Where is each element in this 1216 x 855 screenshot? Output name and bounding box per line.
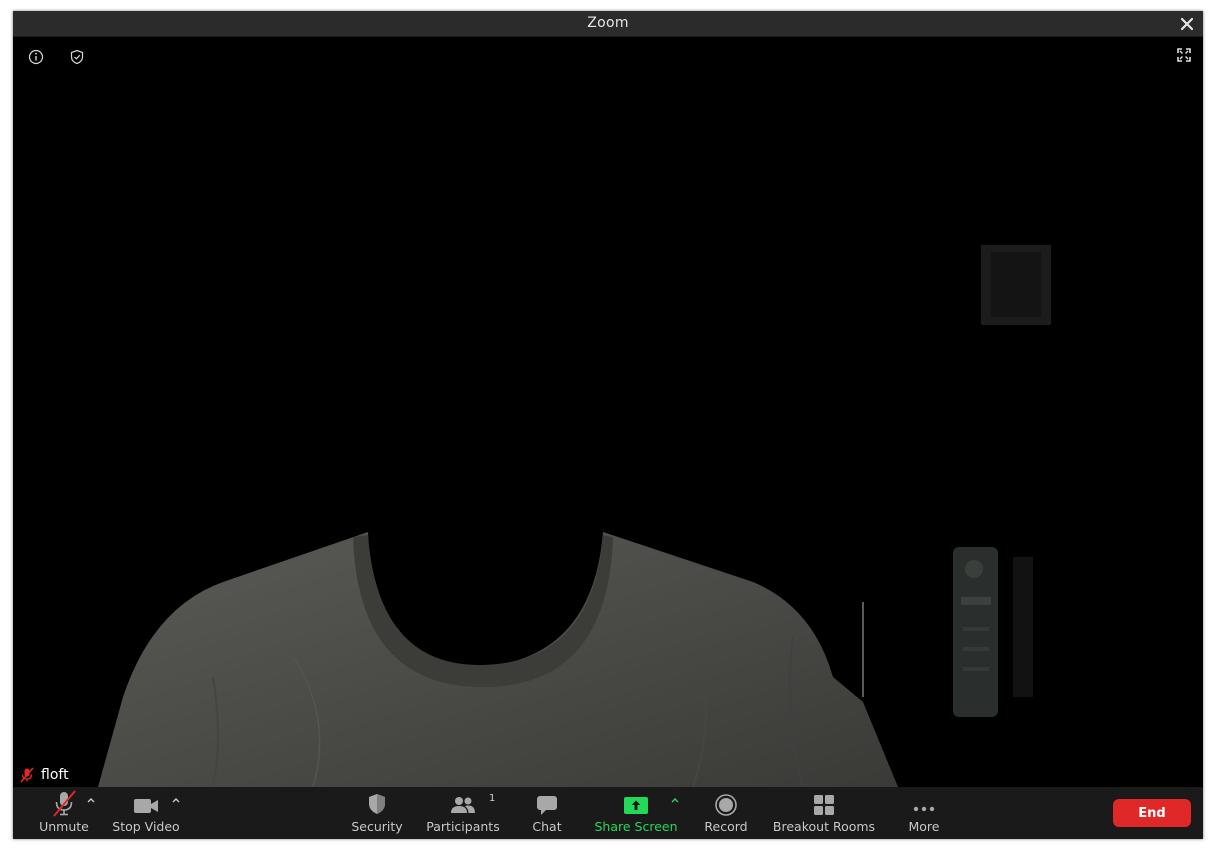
more-button[interactable]: More (899, 787, 949, 839)
audio-options-caret-icon[interactable] (85, 795, 97, 805)
zoom-window: Zoom floft Unmute Stop Video Security Pa… (13, 11, 1203, 839)
chat-label: Chat (532, 819, 562, 834)
video-options-caret-icon[interactable] (170, 795, 182, 805)
security-label: Security (351, 819, 403, 834)
share-screen-icon (624, 797, 648, 814)
stop-video-label: Stop Video (112, 819, 180, 834)
shield-check-icon (70, 49, 84, 65)
chat-bubble-icon (537, 796, 557, 815)
muted-mic-icon (20, 767, 34, 783)
participants-label: Participants (426, 819, 500, 834)
close-button[interactable] (1177, 14, 1197, 34)
chat-button[interactable]: Chat (527, 787, 567, 839)
title-bar[interactable]: Zoom (13, 11, 1203, 37)
breakout-rooms-button[interactable]: Breakout Rooms (771, 787, 877, 839)
security-button[interactable]: Security (349, 787, 405, 839)
participants-icon (451, 797, 475, 813)
video-area: floft (13, 37, 1203, 787)
window-title: Zoom (587, 15, 629, 31)
record-label: Record (704, 819, 748, 834)
info-icon (28, 49, 44, 65)
meeting-info-button[interactable] (27, 48, 45, 66)
share-options-caret-icon[interactable] (669, 795, 681, 805)
breakout-rooms-label: Breakout Rooms (772, 819, 876, 834)
breakout-rooms-grid-icon (814, 795, 834, 815)
share-screen-label: Share Screen (594, 819, 678, 834)
microphone-muted-icon (53, 790, 76, 817)
more-dots-icon (913, 806, 935, 812)
record-button[interactable]: Record (701, 787, 751, 839)
fullscreen-button[interactable] (1175, 46, 1193, 64)
participant-name-tag: floft (19, 765, 69, 785)
end-meeting-button[interactable]: End (1113, 799, 1191, 827)
record-icon (715, 794, 737, 816)
participant-video (13, 37, 1203, 787)
participants-count-badge: 1 (489, 793, 496, 804)
participant-name: floft (41, 767, 69, 783)
encryption-button[interactable] (68, 48, 86, 66)
security-shield-icon (369, 794, 385, 814)
fullscreen-icon (1177, 48, 1191, 62)
meeting-toolbar: Unmute Stop Video Security Participants … (13, 787, 1203, 839)
unmute-label: Unmute (39, 819, 89, 834)
video-camera-icon (134, 799, 158, 813)
share-screen-button[interactable]: Share Screen (593, 787, 679, 839)
close-icon (1180, 17, 1194, 31)
more-label: More (908, 819, 940, 834)
